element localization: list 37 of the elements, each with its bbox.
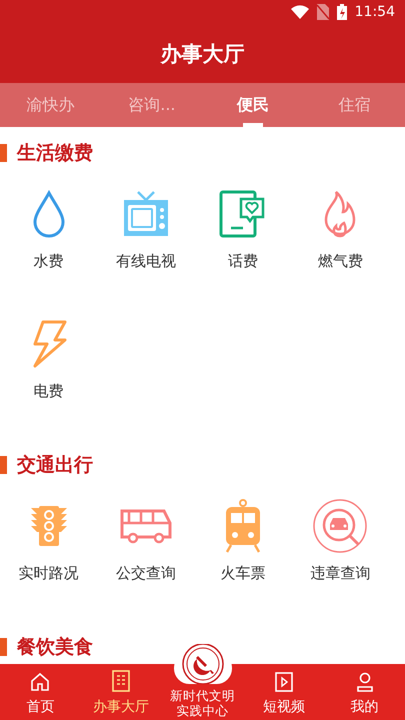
nav-item[interactable]: 新时代文明实践中心 <box>162 644 244 720</box>
service-item[interactable]: 水费 <box>0 186 98 271</box>
section-marker <box>0 456 7 474</box>
tab[interactable]: 便民 <box>202 83 304 127</box>
person-icon <box>356 672 374 692</box>
service-item[interactable]: 话费 <box>194 186 292 271</box>
building-icon <box>111 670 132 692</box>
service-item[interactable]: 违章查询 <box>292 498 389 583</box>
section-title: 交通出行 <box>17 453 93 478</box>
tv-icon <box>122 190 170 238</box>
no-sim-icon <box>316 4 329 20</box>
service-item[interactable]: 电费 <box>0 316 98 401</box>
phone-chat-icon <box>219 190 268 238</box>
section-marker <box>0 638 7 656</box>
nav-item[interactable]: 我的 <box>324 664 405 720</box>
video-icon <box>274 672 293 692</box>
service-item[interactable]: 有线电视 <box>97 186 194 271</box>
wifi-icon <box>290 5 309 19</box>
section-marker <box>0 144 7 162</box>
bus-icon <box>118 508 173 544</box>
service-item[interactable]: 实时路况 <box>0 498 98 583</box>
service-item[interactable]: 燃气费 <box>292 186 389 271</box>
section-title: 生活缴费 <box>17 141 93 166</box>
battery-charging-icon <box>336 4 347 20</box>
emblem-icon <box>180 644 224 684</box>
lightning-icon <box>30 320 67 368</box>
service-item[interactable]: 公交查询 <box>97 498 194 583</box>
home-icon <box>30 672 50 692</box>
section-title: 餐饮美食 <box>17 635 93 660</box>
page-title: 办事大厅 <box>159 40 246 68</box>
status-time: 11:54 <box>354 4 395 20</box>
water-drop-icon <box>30 190 67 238</box>
service-item[interactable]: 火车票 <box>194 498 292 583</box>
nav-item[interactable]: 首页 <box>0 664 81 720</box>
nav-item[interactable]: 办事大厅 <box>80 664 162 720</box>
nav-item[interactable]: 短视频 <box>244 664 324 720</box>
car-search-icon <box>312 498 368 554</box>
